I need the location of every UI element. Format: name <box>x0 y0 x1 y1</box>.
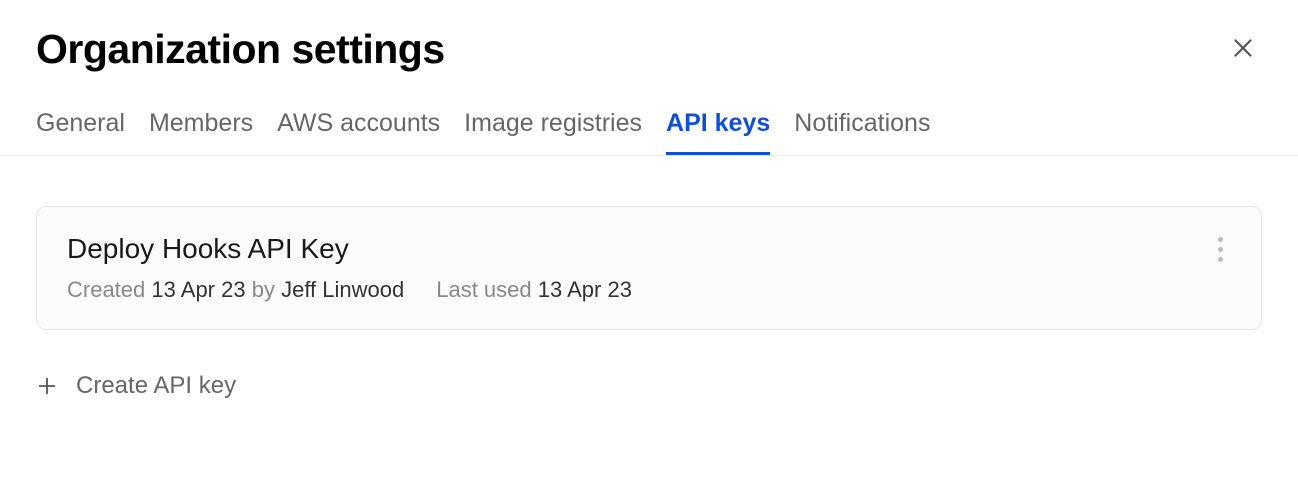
create-api-key-label: Create API key <box>76 372 236 400</box>
close-icon <box>1230 35 1256 64</box>
close-button[interactable] <box>1224 29 1262 70</box>
more-vertical-icon <box>1218 237 1223 262</box>
tab-members[interactable]: Members <box>149 109 253 155</box>
created-label: Created <box>67 277 145 302</box>
api-key-name: Deploy Hooks API Key <box>67 233 1210 265</box>
created-by-label: by <box>252 277 275 302</box>
tab-general[interactable]: General <box>36 109 125 155</box>
created-date: 13 Apr 23 <box>151 277 245 302</box>
tab-image-registries[interactable]: Image registries <box>464 109 642 155</box>
api-key-meta: Created 13 Apr 23 by Jeff Linwood Last u… <box>67 277 1210 303</box>
page-title: Organization settings <box>36 26 445 73</box>
last-used-label: Last used <box>436 277 531 302</box>
tab-aws-accounts[interactable]: AWS accounts <box>277 109 440 155</box>
more-options-button[interactable] <box>1210 233 1231 266</box>
tab-api-keys[interactable]: API keys <box>666 109 770 155</box>
last-used-date: 13 Apr 23 <box>538 277 632 302</box>
plus-icon <box>36 375 58 397</box>
tabs-nav: General Members AWS accounts Image regis… <box>0 109 1298 156</box>
created-by: Jeff Linwood <box>281 277 404 302</box>
create-api-key-button[interactable]: Create API key <box>36 372 236 400</box>
api-key-card: Deploy Hooks API Key Created 13 Apr 23 b… <box>36 206 1262 330</box>
tab-notifications[interactable]: Notifications <box>794 109 930 155</box>
